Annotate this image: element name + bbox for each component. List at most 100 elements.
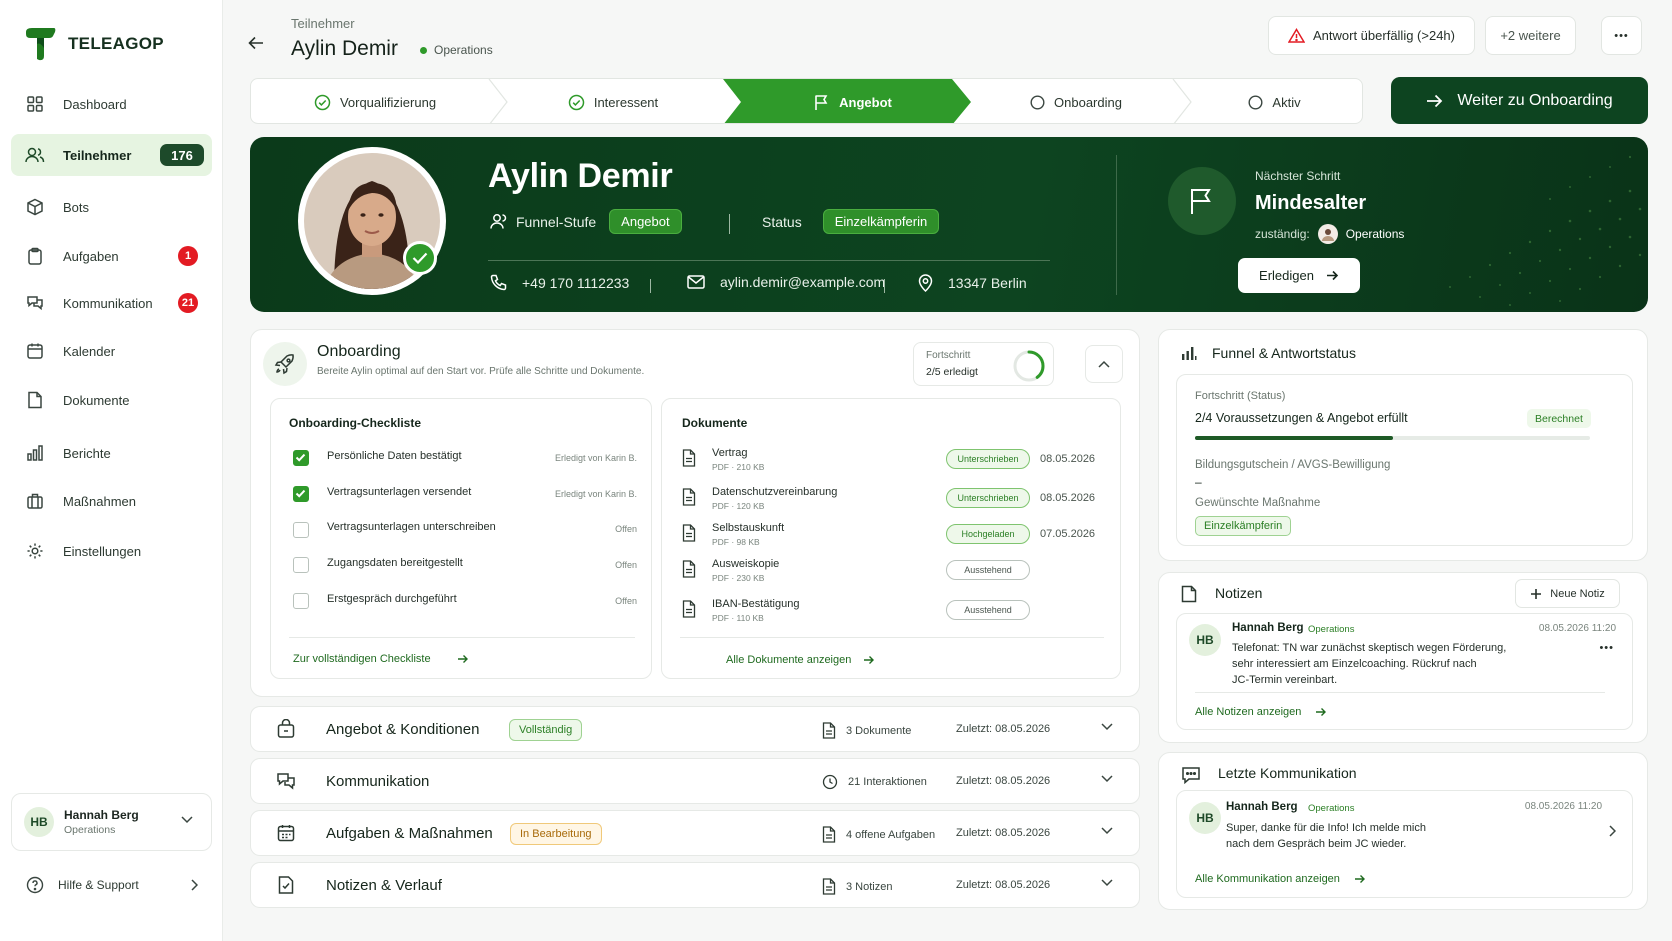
- message-team: Operations: [1308, 803, 1355, 814]
- all-notes-link[interactable]: Alle Notizen anzeigen: [1195, 706, 1327, 718]
- document-row[interactable]: Vertrag PDF · 210 KB Unterschrieben 08.0…: [682, 447, 1095, 483]
- divider: [650, 279, 651, 293]
- accordion-date: Zuletzt: 08.05.2026: [956, 879, 1051, 891]
- funnel-progress-label: Fortschritt (Status): [1195, 390, 1286, 402]
- onboarding-title: Onboarding: [317, 343, 401, 360]
- accordion-angebot-konditionen[interactable]: Angebot & Konditionen Vollständig 3 Doku…: [250, 706, 1140, 752]
- phone-icon: [490, 274, 507, 291]
- chevron-up-icon: [1098, 360, 1110, 368]
- sidebar-item-massnahmen[interactable]: Maßnahmen: [11, 480, 212, 522]
- checklist-item-label: Vertragsunterlagen unterschreiben: [327, 521, 496, 533]
- avatar: HB: [24, 807, 54, 837]
- step-aktiv[interactable]: Aktiv: [1185, 79, 1362, 123]
- sidebar-item-dashboard[interactable]: Dashboard: [11, 83, 212, 125]
- step-onboarding[interactable]: Onboarding: [967, 79, 1185, 123]
- note-author: Hannah Berg: [1232, 622, 1304, 634]
- measure-label: Gewünschte Maßnahme: [1195, 497, 1321, 509]
- checklist-item-state: Offen: [615, 560, 637, 570]
- arrow-right-icon: [1354, 874, 1366, 884]
- message-item[interactable]: HB Hannah Berg Operations 08.05.2026 11:…: [1176, 790, 1633, 898]
- note-item[interactable]: HB Hannah Berg Operations 08.05.2026 11:…: [1176, 613, 1633, 730]
- sidebar-item-kalender[interactable]: Kalender: [11, 330, 212, 372]
- step-label: Onboarding: [1054, 94, 1122, 110]
- accordion-kommunikation[interactable]: Kommunikation 21 Interaktionen Zuletzt: …: [250, 758, 1140, 804]
- user-menu[interactable]: HB Hannah Berg Operations: [11, 793, 212, 851]
- team-label: Operations: [434, 43, 493, 57]
- message-text: Super, danke für die Info! Ich melde mic…: [1226, 820, 1426, 852]
- collapse-button[interactable]: [1085, 345, 1123, 383]
- checkbox[interactable]: [293, 450, 309, 466]
- next-stage-button[interactable]: Weiter zu Onboarding: [1391, 77, 1648, 124]
- back-arrow-icon[interactable]: [248, 36, 264, 50]
- chevron-right-icon[interactable]: [1609, 825, 1616, 837]
- note-more-menu[interactable]: •••: [1599, 642, 1614, 654]
- note-text-line: Telefonat: TN war zunächst skeptisch weg…: [1232, 642, 1507, 654]
- link-label: Alle Kommunikation anzeigen: [1195, 873, 1340, 885]
- breadcrumb[interactable]: Teilnehmer: [291, 16, 355, 31]
- accordion-meta-label: 3 Notizen: [846, 880, 893, 893]
- step-interessent[interactable]: Interessent: [499, 79, 727, 123]
- message-author: Hannah Berg: [1226, 801, 1298, 813]
- next-step-value: Mindesalter: [1255, 192, 1367, 214]
- checkbox[interactable]: [293, 593, 309, 609]
- accordion-title: Angebot & Konditionen: [326, 721, 480, 738]
- sidebar-item-einstellungen[interactable]: Einstellungen: [11, 530, 212, 572]
- sidebar-item-teilnehmer[interactable]: Teilnehmer 176: [11, 134, 212, 176]
- note-text-line: JC-Termin vereinbart.: [1232, 674, 1338, 686]
- accordion-title: Aufgaben & Maßnahmen: [326, 825, 493, 842]
- count-badge: 21: [178, 293, 198, 313]
- phone-row[interactable]: +49 170 1112233: [490, 274, 629, 291]
- note-icon: [1181, 585, 1197, 603]
- check-circle-icon: [568, 94, 585, 111]
- logo[interactable]: TELEAGOP: [22, 26, 164, 62]
- full-checklist-link[interactable]: Zur vollständigen Checkliste: [293, 653, 469, 665]
- arrow-right-icon: [1315, 707, 1327, 717]
- owner-label: zuständig:: [1255, 227, 1310, 241]
- step-vorqualifizierung[interactable]: Vorqualifizierung: [251, 79, 499, 123]
- overdue-alert-button[interactable]: Antwort überfällig (>24h): [1268, 16, 1475, 55]
- sidebar-item-aufgaben[interactable]: Aufgaben 1: [11, 235, 212, 277]
- help-label: Hilfe & Support: [58, 878, 139, 892]
- all-communication-link[interactable]: Alle Kommunikation anzeigen: [1195, 873, 1366, 885]
- users-icon: [25, 145, 45, 165]
- progress-label: Fortschritt: [926, 350, 971, 361]
- avatar: HB: [1189, 624, 1221, 656]
- step-angebot[interactable]: Angebot: [739, 79, 967, 123]
- document-name: Datenschutzvereinbarung: [712, 486, 838, 498]
- new-note-button[interactable]: Neue Notiz: [1515, 579, 1620, 608]
- document-row[interactable]: Datenschutzvereinbarung PDF · 120 KB Unt…: [682, 486, 1095, 522]
- checkbox[interactable]: [293, 522, 309, 538]
- accordion-notizen-verlauf[interactable]: Notizen & Verlauf 3 Notizen Zuletzt: 08.…: [250, 862, 1140, 908]
- all-documents-link[interactable]: Alle Dokumente anzeigen: [726, 654, 875, 666]
- calendar-icon: [25, 341, 45, 361]
- sidebar-item-dokumente[interactable]: Dokumente: [11, 379, 212, 421]
- checkbox[interactable]: [293, 486, 309, 502]
- sidebar-item-berichte[interactable]: Berichte: [11, 432, 212, 474]
- step-label: Interessent: [593, 94, 659, 110]
- more-menu-button[interactable]: •••: [1601, 16, 1642, 55]
- complete-step-button[interactable]: Erledigen: [1238, 258, 1360, 293]
- participant-hero: Aylin Demir Funnel-Stufe Angebot Status …: [250, 137, 1648, 312]
- step-label: Vorqualifizierung: [339, 94, 437, 110]
- notes-title: Notizen: [1215, 585, 1263, 601]
- accordion-aufgaben-massnahmen[interactable]: Aufgaben & Maßnahmen In Bearbeitung 4 of…: [250, 810, 1140, 856]
- accordion-meta-label: 21 Interaktionen: [848, 776, 927, 788]
- verified-badge-icon: [403, 241, 437, 275]
- document-row[interactable]: Ausweiskopie PDF · 230 KB Ausstehend: [682, 558, 1092, 594]
- checkbox[interactable]: [293, 557, 309, 573]
- complete-step-label: Erledigen: [1259, 268, 1314, 283]
- document-meta: PDF · 230 KB: [712, 573, 765, 583]
- more-alerts-button[interactable]: +2 weitere: [1485, 16, 1576, 55]
- document-row[interactable]: IBAN-Bestätigung PDF · 110 KB Ausstehend: [682, 598, 1092, 634]
- accordion-date: Zuletzt: 08.05.2026: [956, 723, 1051, 735]
- document-row[interactable]: Selbstauskunft PDF · 98 KB Hochgeladen 0…: [682, 522, 1095, 558]
- divider: [884, 279, 885, 293]
- funnel-stage-label: Funnel-Stufe: [516, 213, 597, 230]
- help-support-link[interactable]: Hilfe & Support: [26, 876, 198, 894]
- funnel-status-box: Fortschritt (Status) 2/4 Voraussetzungen…: [1176, 374, 1633, 546]
- sidebar-item-bots[interactable]: Bots: [11, 186, 212, 228]
- sidebar-item-kommunikation[interactable]: Kommunikation 21: [11, 282, 212, 324]
- document-icon: [822, 826, 836, 843]
- email-row[interactable]: aylin.demir@example.com: [687, 274, 885, 290]
- file-icon: [682, 524, 696, 542]
